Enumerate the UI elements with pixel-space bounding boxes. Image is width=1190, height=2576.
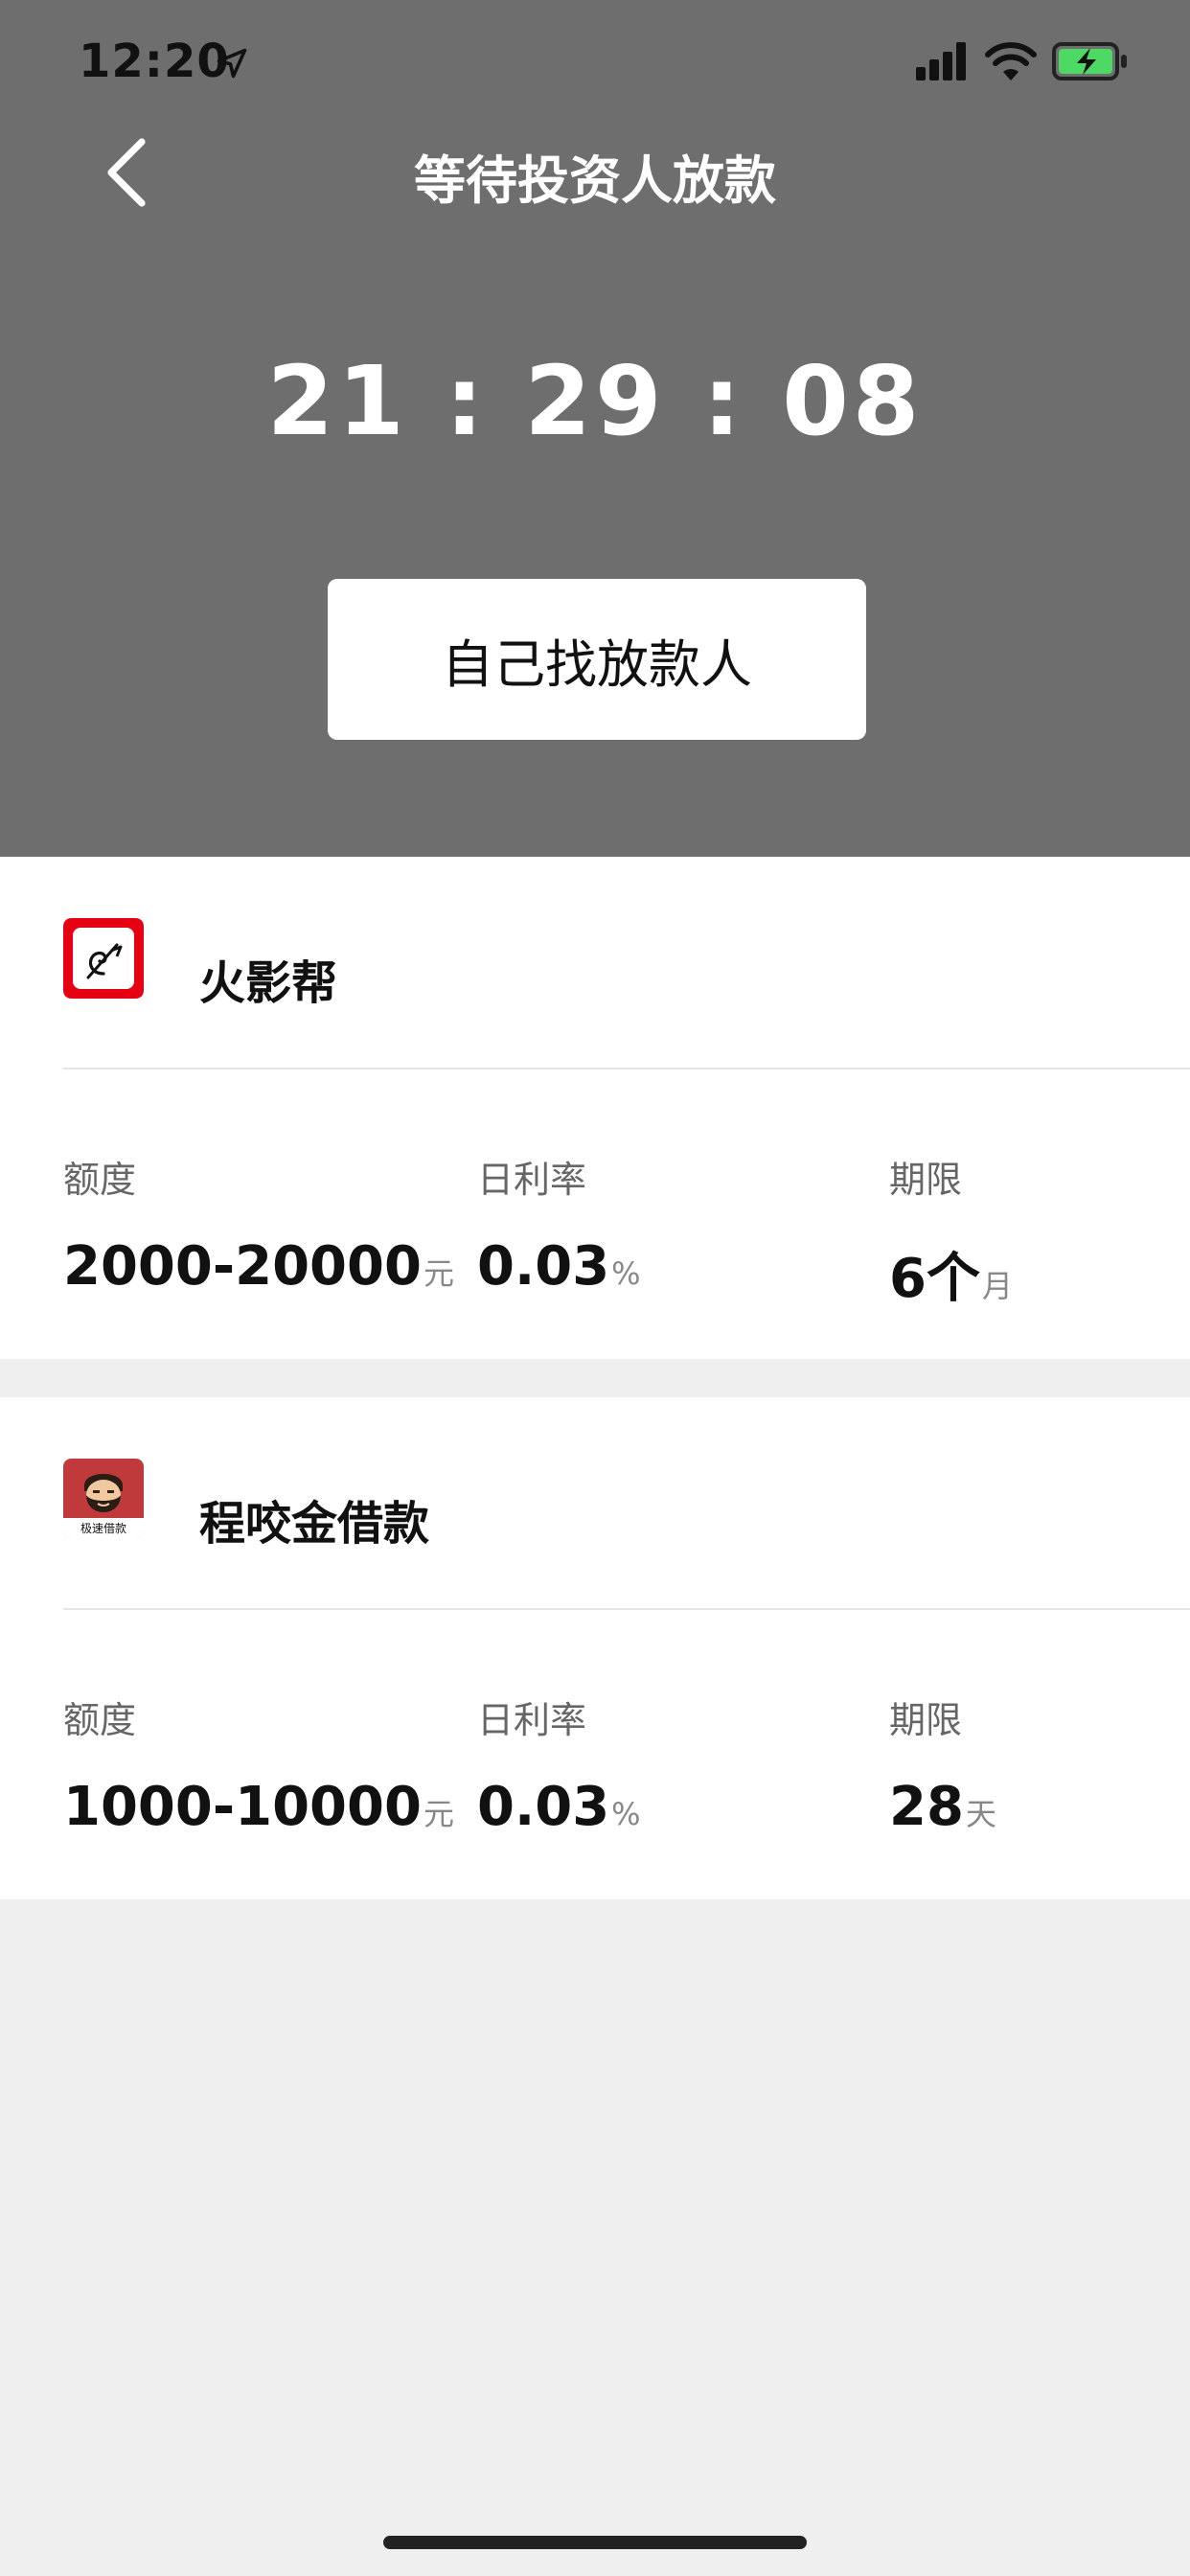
term-field: 期限 28天 <box>889 1690 996 1838</box>
find-lender-button[interactable]: 自己找放款人 <box>328 579 866 740</box>
page-title: 等待投资人放款 <box>414 150 776 211</box>
amount-number: 2000-20000 <box>63 1235 422 1298</box>
lender-logo <box>63 918 144 999</box>
divider <box>63 1608 1190 1610</box>
daily-rate-label: 日利率 <box>477 1699 587 1741</box>
battery-charging-icon <box>1052 42 1127 80</box>
header: 12:20 等待投资人放款 21 : 29 : 08 自己找放款人 <box>0 0 1190 857</box>
term-value: 6个月 <box>889 1235 1013 1313</box>
lender-card[interactable]: 火影帮 额度 2000-20000元 日利率 0.03% 期限 6个月 <box>0 857 1190 1359</box>
wifi-icon <box>985 42 1037 80</box>
term-unit: 月 <box>981 1268 1013 1304</box>
amount-field: 额度 1000-10000元 <box>63 1690 454 1838</box>
lender-name: 程咬金借款 <box>199 1497 430 1551</box>
logo-caption: 极速借款 <box>80 1522 126 1535</box>
divider <box>63 1068 1190 1070</box>
lender-card[interactable]: 极速借款 程咬金借款 额度 1000-10000元 日利率 0.03% 期限 2… <box>0 1397 1190 1899</box>
daily-rate-field: 日利率 0.03% <box>477 1150 641 1298</box>
amount-value: 1000-10000元 <box>63 1776 454 1838</box>
daily-rate-label: 日利率 <box>477 1159 587 1201</box>
home-indicator[interactable] <box>383 2536 807 2549</box>
lender-name: 火影帮 <box>199 956 338 1010</box>
amount-unit: 元 <box>423 1796 454 1832</box>
daily-rate-value: 0.03% <box>477 1776 641 1838</box>
daily-rate-number: 0.03 <box>477 1776 610 1838</box>
amount-label: 额度 <box>63 1699 137 1741</box>
signal-icon <box>916 42 966 80</box>
term-unit: 天 <box>965 1796 996 1832</box>
term-field: 期限 6个月 <box>889 1150 1013 1313</box>
daily-rate-number: 0.03 <box>477 1235 610 1298</box>
daily-rate-value: 0.03% <box>477 1235 641 1298</box>
amount-unit: 元 <box>423 1255 454 1292</box>
term-label: 期限 <box>889 1159 963 1201</box>
location-arrow-icon <box>217 48 247 79</box>
amount-number: 1000-10000 <box>63 1776 422 1838</box>
status-time: 12:20 <box>79 34 230 88</box>
daily-rate-field: 日利率 0.03% <box>477 1690 641 1838</box>
lender-logo: 极速借款 <box>63 1459 144 1539</box>
daily-rate-unit: % <box>611 1255 641 1292</box>
term-number: 6个 <box>889 1248 980 1310</box>
amount-label: 额度 <box>63 1159 137 1201</box>
term-label: 期限 <box>889 1699 963 1741</box>
konoha-logo-icon <box>63 918 144 999</box>
status-bar: 12:20 <box>0 0 1190 126</box>
countdown-timer: 21 : 29 : 08 <box>266 345 924 457</box>
term-value: 28天 <box>889 1776 996 1838</box>
term-number: 28 <box>889 1776 964 1838</box>
amount-field: 额度 2000-20000元 <box>63 1150 454 1298</box>
amount-value: 2000-20000元 <box>63 1235 454 1298</box>
daily-rate-unit: % <box>611 1796 641 1832</box>
